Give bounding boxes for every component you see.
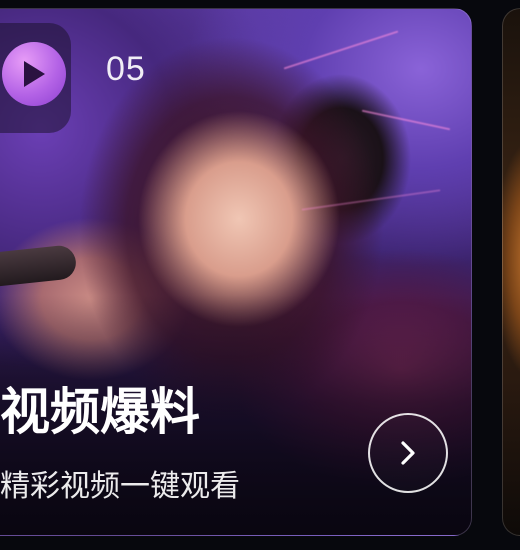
play-button[interactable] (2, 42, 66, 106)
decorative-light-streak (361, 109, 451, 131)
decorative-light-streak (283, 30, 399, 70)
card-subtitle: 精彩视频一键观看 (0, 469, 240, 504)
episode-number: 05 (106, 50, 146, 88)
play-icon (24, 61, 45, 87)
card-title: 视频爆料 (0, 383, 200, 441)
microphone-graphic (0, 244, 78, 288)
feature-carousel: 05 视频爆料 精彩视频一键观看 (0, 0, 520, 550)
next-button[interactable] (368, 413, 448, 493)
decorative-light-streak (301, 189, 441, 211)
chevron-right-icon (401, 441, 415, 465)
next-card-preview[interactable] (502, 8, 520, 536)
